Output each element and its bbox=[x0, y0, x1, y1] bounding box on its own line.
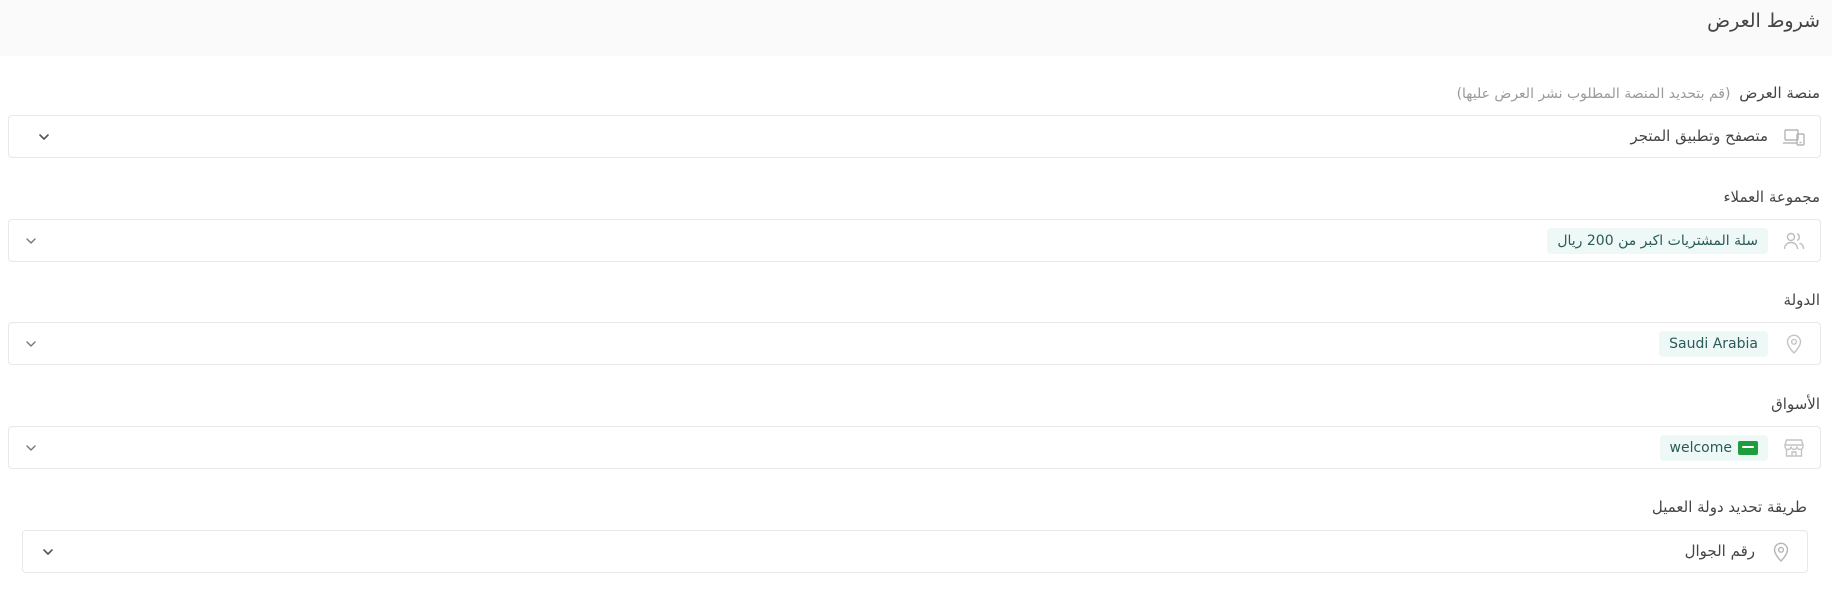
location-pin-icon bbox=[1782, 332, 1806, 356]
country-detection-label: طريقة تحديد دولة العميل bbox=[1651, 498, 1807, 516]
devices-icon bbox=[1782, 125, 1806, 149]
country-detection-value: رقم الجوال bbox=[1684, 542, 1755, 560]
offer-conditions-page: شروط العرض منصة العرض (قم بتحديد المنصة … bbox=[0, 0, 1832, 592]
chevron-down-icon[interactable] bbox=[23, 233, 39, 249]
chevron-down-icon[interactable] bbox=[40, 544, 56, 560]
platform-label: منصة العرض (قم بتحديد المنصة المطلوب نشر… bbox=[1457, 84, 1820, 102]
location-pin-icon bbox=[1769, 540, 1793, 564]
country-detection-select[interactable]: رقم الجوال bbox=[22, 530, 1808, 573]
markets-label: الأسواق bbox=[1771, 395, 1820, 413]
section-header: شروط العرض bbox=[0, 0, 1832, 56]
platform-hint: (قم بتحديد المنصة المطلوب نشر العرض عليه… bbox=[1456, 86, 1731, 102]
chevron-down-icon[interactable] bbox=[23, 336, 39, 352]
chevron-down-icon[interactable] bbox=[23, 440, 39, 456]
chevron-down-icon[interactable] bbox=[36, 129, 52, 145]
section-title: شروط العرض bbox=[1707, 10, 1820, 32]
markets-tag[interactable]: welcome bbox=[1659, 435, 1768, 461]
saudi-flag-icon bbox=[1738, 441, 1758, 455]
customer-group-label: مجموعة العملاء bbox=[1723, 188, 1820, 206]
users-icon bbox=[1782, 229, 1806, 253]
country-tag[interactable]: Saudi Arabia bbox=[1659, 331, 1768, 357]
platform-value: متصفح وتطبيق المتجر bbox=[1630, 127, 1768, 145]
platform-label-text: منصة العرض bbox=[1739, 84, 1820, 102]
markets-tag-text: welcome bbox=[1669, 440, 1732, 456]
country-label: الدولة bbox=[1783, 291, 1820, 309]
customer-group-select[interactable]: سلة المشتريات اكبر من 200 ريال bbox=[8, 219, 1821, 262]
country-tag-text: Saudi Arabia bbox=[1669, 336, 1758, 352]
store-icon bbox=[1782, 436, 1806, 460]
markets-select[interactable]: welcome bbox=[8, 426, 1821, 469]
platform-select[interactable]: متصفح وتطبيق المتجر bbox=[8, 115, 1821, 158]
customer-group-tag-text: سلة المشتريات اكبر من 200 ريال bbox=[1557, 233, 1758, 249]
country-select[interactable]: Saudi Arabia bbox=[8, 322, 1821, 365]
customer-group-tag[interactable]: سلة المشتريات اكبر من 200 ريال bbox=[1547, 228, 1768, 254]
